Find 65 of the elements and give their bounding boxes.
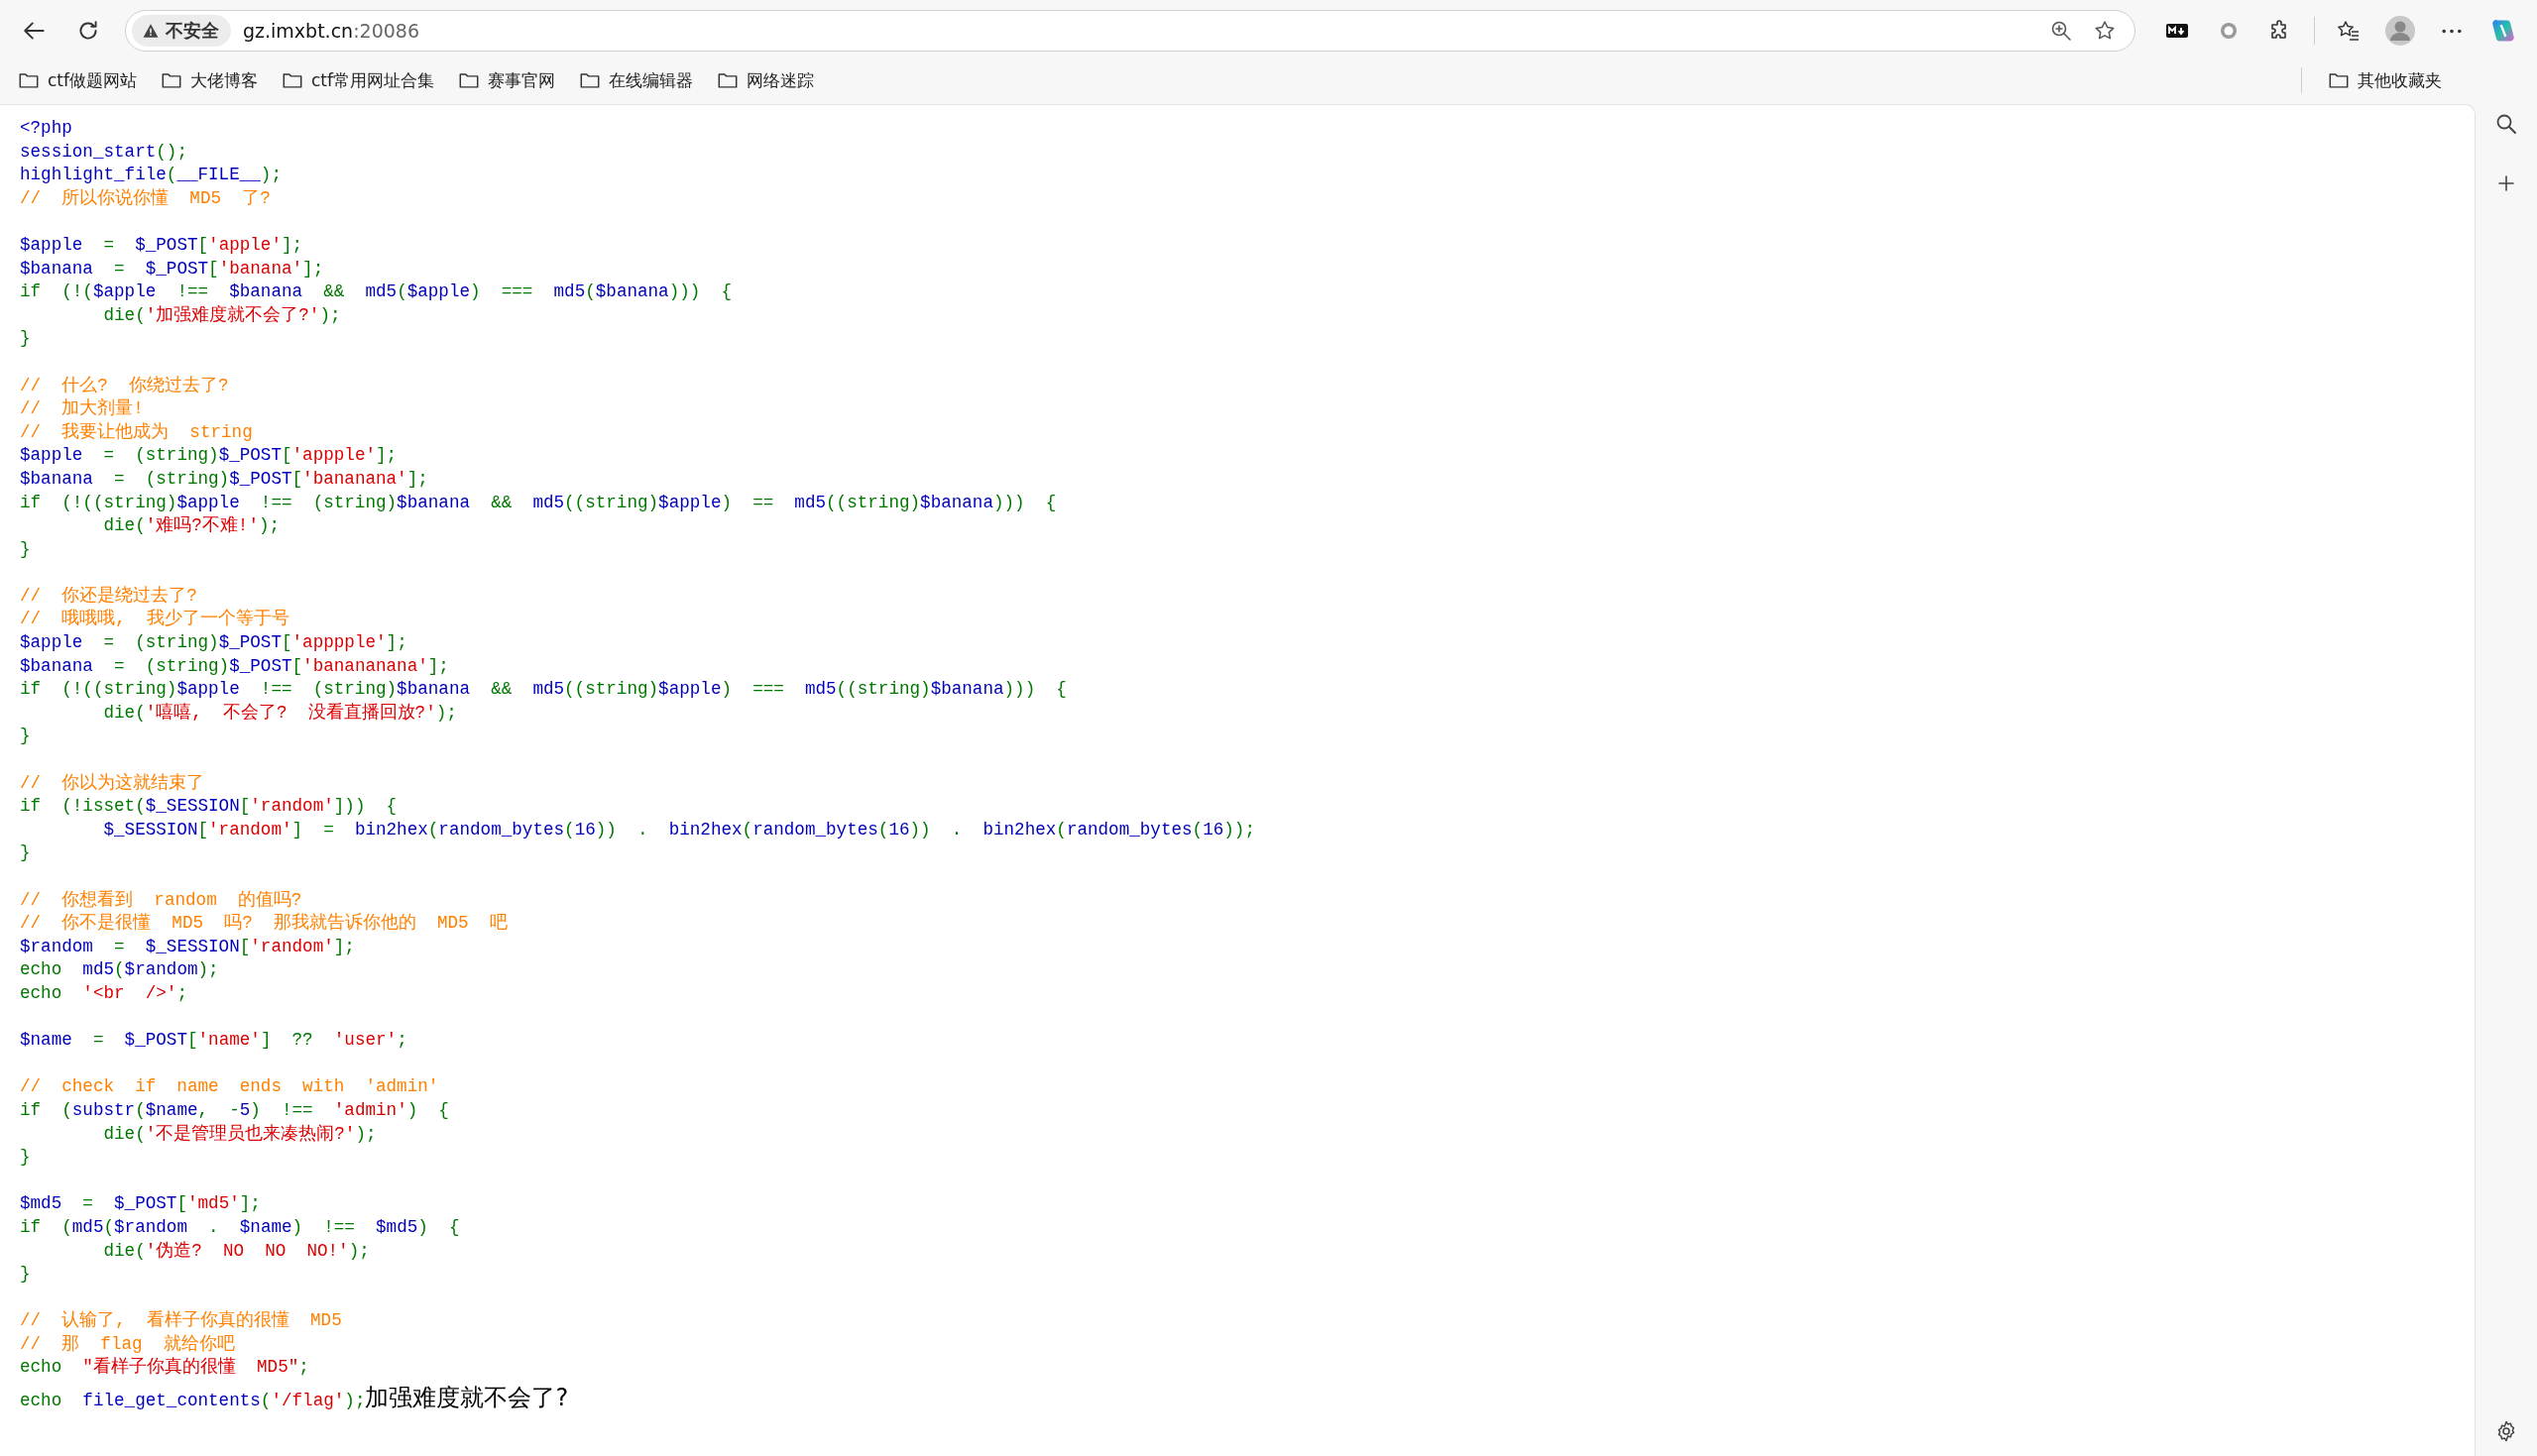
address-bar[interactable]: 不安全 gz.imxbt.cn:20086 [125,10,2135,52]
code-line: // 我要让他成为 string [20,420,254,444]
code-line: $_SESSION['random'] = bin2hex(random_bytes(16)) . bin2hex(random_bytes(16)) . bin2hex(random_bytes(16)); [102,818,1256,841]
code-line: $banana = (string)$_POST['bananana']; [20,467,429,491]
code-line: session_start(); [20,140,188,164]
code-line: die('不是管理员也来凑热闹?'); [102,1122,378,1146]
code-line: } [20,1146,32,1170]
code-line: echo '<br />'; [20,981,188,1005]
copilot-icon [2489,17,2517,45]
bookmark-item[interactable]: ctf常用网址合集 [278,66,438,94]
code-line: $name = $_POST['name'] ?? 'user'; [20,1029,408,1053]
zoom-in-icon [2049,19,2073,43]
code-line: die('加强难度就不会了?'); [102,303,342,327]
other-bookmarks-folder[interactable]: 其他收藏夹 [2324,66,2446,94]
avatar-icon [2385,16,2415,46]
code-line: echo md5($random); [20,958,220,982]
code-line: // 你还是绕过去了? [20,584,198,608]
code-line: $md5 = $_POST['md5']; [20,1192,262,1216]
code-line: // 你想看到 random 的值吗? [20,888,303,912]
favorites-star-icon [2337,19,2361,43]
code-line: // 哦哦哦, 我少了一个等于号 [20,608,290,631]
code-line: echo "看样子你真的很懂 MD5"; [20,1356,310,1380]
code-line: highlight_file(__FILE__); [20,164,283,187]
bookmark-item[interactable]: 赛事官网 [454,66,559,94]
code-line: die('难吗?不难!'); [102,514,282,538]
bookmark-item[interactable]: 在线编辑器 [575,66,697,94]
more-icon [2442,28,2462,34]
code-line: // 你以为这就结束了 [20,771,206,795]
code-line: // 什么? 你绕过去了? [20,374,230,397]
security-label: 不安全 [166,19,219,43]
bookmark-item[interactable]: ctf做题网站 [14,66,141,94]
code-line: } [20,725,32,748]
code-line: $apple = (string)$_POST['appple']; [20,444,399,468]
code-line: echo file_get_contents('/flag'); [20,1390,366,1413]
code-line: if (!($apple !== $banana && md5($apple) === md5($banana))) { [20,280,734,304]
code-line: $banana = (string)$_POST['banananana']; [20,654,450,678]
code-line: <?php [20,117,73,140]
code-line: if (!((string)$apple !== (string)$banana && md5((string)$apple) === md5((string)$banana))) { [20,678,1068,702]
code-line: die('嘻嘻, 不会了? 没看直播回放?'); [102,701,458,725]
code-line: if (substr($name, -5) !== 'admin') { [20,1098,450,1122]
code-line: // 加大剂量! [20,397,145,421]
code-line: if (!((string)$apple !== (string)$banana && md5((string)$apple) == md5((string)$banana))) { [20,491,1058,514]
code-line: // 那 flag 就给你吧 [20,1332,236,1356]
code-line: $random = $_SESSION['random']; [20,935,356,958]
code-line: die('伪造? NO NO NO!'); [102,1239,371,1263]
code-line: } [20,537,32,561]
output-text: 加强难度就不会了? [365,1383,569,1414]
bookmark-item[interactable]: 大佬博客 [157,66,262,94]
code-line: $apple = $_POST['apple']; [20,233,304,257]
url-text: gz.imxbt.cn:20086 [243,20,419,42]
code-line: // check if name ends with 'admin' [20,1075,440,1099]
bookmark-item[interactable]: 网络迷踪 [713,66,818,94]
code-line: if (!isset($_SESSION['random'])) { [20,795,399,819]
code-line: $apple = (string)$_POST['apppple']; [20,631,408,655]
code-line: // 认输了, 看样子你真的很懂 MD5 [20,1309,343,1333]
code-line: } [20,327,32,351]
warning-icon [142,22,160,40]
code-line: // 你不是很懂 MD5 吗? 那我就告诉你他的 MD5 吧 [20,912,509,936]
code-line: } [20,1263,32,1287]
security-indicator[interactable]: 不安全 [132,15,231,47]
code-line: // 所以你说你懂 MD5 了? [20,186,272,210]
code-line: $banana = $_POST['banana']; [20,257,325,280]
code-line: } [20,841,32,865]
code-line: if (md5($random . $name) !== $md5) { [20,1215,461,1239]
search-icon [2494,112,2518,136]
